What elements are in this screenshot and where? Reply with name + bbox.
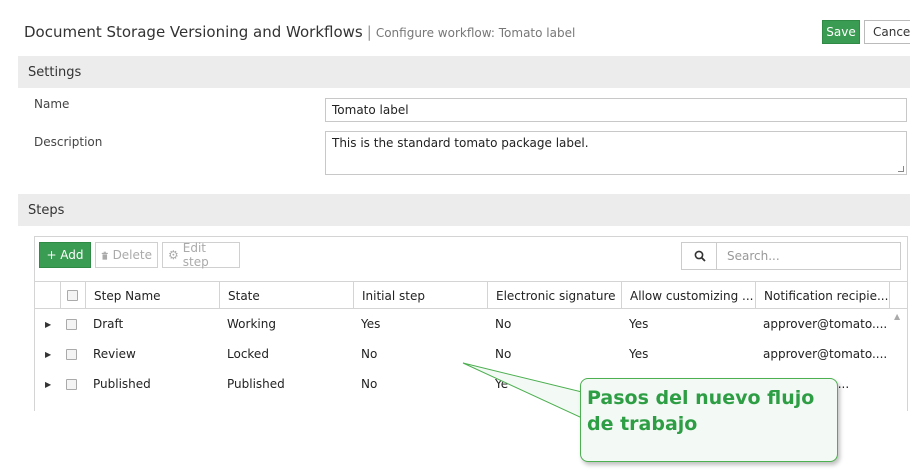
callout-line-2: de trabajo [587,413,698,435]
save-button[interactable]: Save [822,20,860,44]
delete-label: Delete [112,248,152,262]
table-row[interactable]: ▶ Review Locked No No Yes approver@tomat… [35,339,890,369]
cell-state: Working [227,317,276,331]
cell-initial-step: No [361,377,378,391]
column-header-allow-customizing[interactable]: Allow customizing ... [621,282,755,309]
description-label: Description [34,135,103,149]
cell-initial-step: Yes [361,317,381,331]
cell-electronic-signature: No [495,347,512,361]
expand-row-icon[interactable]: ▶ [35,369,60,399]
page-title: Document Storage Versioning and Workflow… [24,23,575,41]
checkbox-icon [66,318,77,330]
callout-box: Pasos del nuevo flujo de trabajo [580,378,838,462]
column-header-state[interactable]: State [219,282,353,309]
row-checkbox[interactable] [60,339,85,369]
cell-step-name: Review [93,347,136,361]
search-button[interactable] [681,242,717,270]
column-header-step-name[interactable]: Step Name [85,282,219,309]
expand-column-header [35,282,60,309]
column-header-notification-recipients[interactable]: Notification recipie... [755,282,889,309]
name-label: Name [34,97,70,111]
description-text: This is the standard tomato package labe… [332,136,589,150]
cell-allow-customizing: Yes [629,347,649,361]
table-header: Step Name State Initial step Electronic … [35,281,907,309]
select-all-checkbox[interactable] [60,282,85,309]
cancel-button[interactable]: Cancel [864,20,910,44]
delete-step-button[interactable]: Delete [95,242,158,268]
callout-line-1: Pasos del nuevo flujo [587,387,815,409]
cell-step-name: Published [93,377,151,391]
cell-notification-recipients: approver@tomato.... [763,347,888,361]
cell-allow-customizing: Yes [629,317,649,331]
title-text: Document Storage Versioning and Workflow… [24,23,363,41]
column-header-electronic-signature[interactable]: Electronic signature [487,282,621,309]
cell-electronic-signature: No [495,317,512,331]
cell-notification-recipients: approver@tomato.... [763,317,888,331]
search-icon [694,250,706,262]
scrollbar-header [889,282,907,309]
table-row[interactable]: ▶ Draft Working Yes No Yes approver@toma… [35,309,890,339]
column-header-initial-step[interactable]: Initial step [353,282,487,309]
settings-section-header[interactable]: Settings [18,56,910,88]
checkbox-icon [66,348,77,360]
title-separator: | [366,23,372,41]
checkbox-icon [67,290,78,301]
description-field[interactable]: This is the standard tomato package labe… [325,131,907,175]
page-subtitle: Configure workflow: Tomato label [375,26,576,40]
search-input[interactable]: Search... [716,242,901,270]
cell-state: Published [227,377,285,391]
expand-row-icon[interactable]: ▶ [35,309,60,339]
scroll-up-icon[interactable]: ▲ [894,312,900,321]
edit-step-label: Edit step [182,241,209,269]
edit-step-button[interactable]: ⚙ Edit step [162,241,240,269]
checkbox-icon [66,378,77,390]
trash-icon [101,251,108,260]
cell-initial-step: No [361,347,378,361]
gear-icon: ⚙ [168,248,179,262]
resize-handle-icon[interactable] [898,166,904,172]
name-field[interactable]: Tomato label [325,98,907,122]
row-checkbox[interactable] [60,309,85,339]
add-step-button[interactable]: + Add [39,242,91,268]
cell-state: Locked [227,347,269,361]
expand-row-icon[interactable]: ▶ [35,339,60,369]
cell-step-name: Draft [93,317,124,331]
steps-section-header[interactable]: Steps [18,194,910,226]
row-checkbox[interactable] [60,369,85,399]
